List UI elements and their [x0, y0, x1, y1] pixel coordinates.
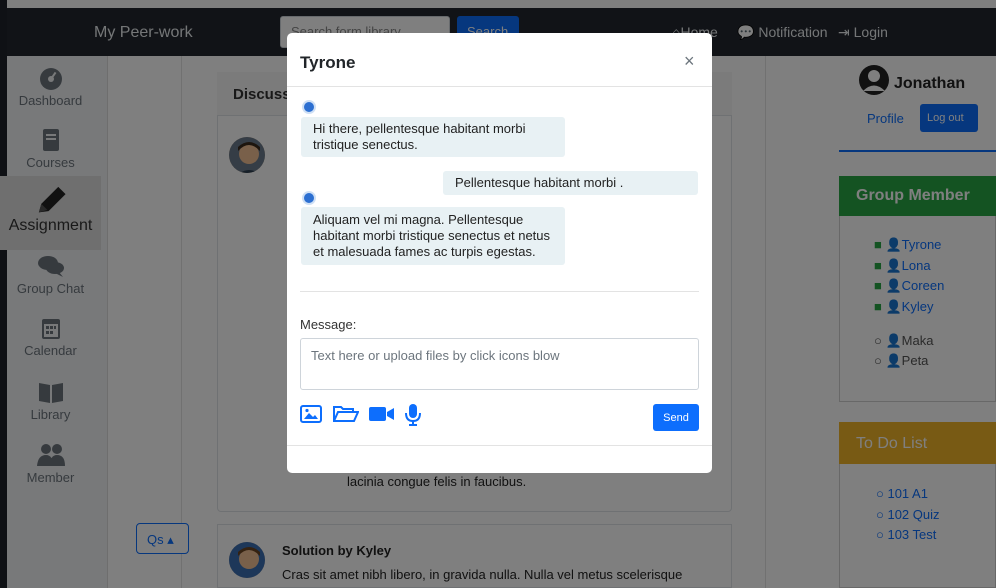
sender-avatar-icon — [302, 100, 316, 114]
send-button[interactable]: Send — [653, 404, 699, 431]
message-textarea[interactable] — [300, 338, 699, 390]
close-icon[interactable]: × — [684, 51, 695, 72]
divider — [300, 291, 699, 292]
chat-modal: Tyrone × Hi there, pellentesque habitant… — [287, 33, 712, 473]
message-bubble-sent: Pellentesque habitant morbi . — [443, 171, 698, 195]
sender-avatar-icon — [302, 191, 316, 205]
divider — [287, 445, 712, 446]
message-label: Message: — [300, 317, 357, 332]
folder-icon[interactable] — [333, 405, 359, 423]
microphone-icon[interactable] — [404, 403, 422, 427]
message-bubble-received: Aliquam vel mi magna. Pellentesque habit… — [301, 207, 565, 265]
divider — [287, 86, 712, 87]
video-icon[interactable] — [369, 405, 395, 423]
modal-title: Tyrone — [300, 53, 356, 72]
message-bubble-received: Hi there, pellentesque habitant morbi tr… — [301, 117, 565, 157]
image-icon[interactable] — [300, 405, 322, 423]
